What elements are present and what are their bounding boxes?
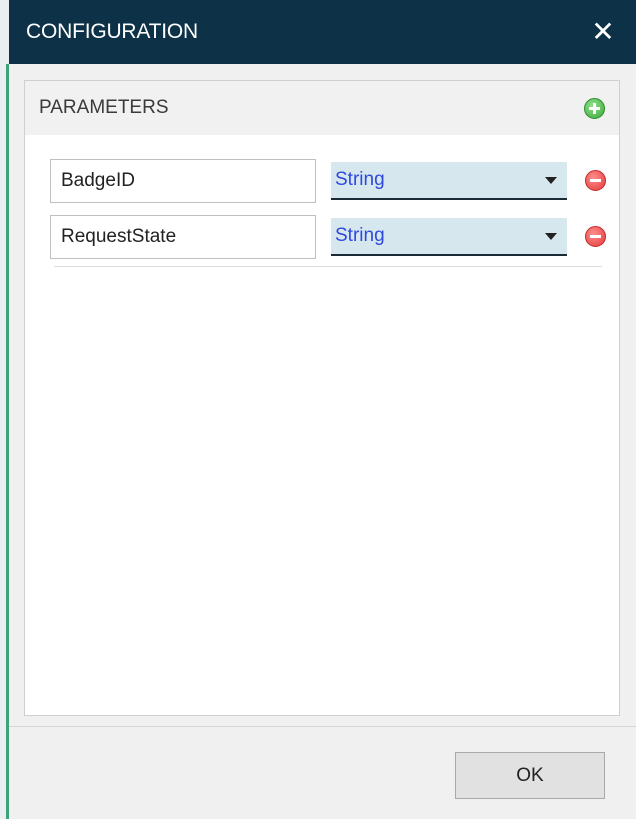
parameters-header: PARAMETERS (25, 81, 619, 135)
parameter-row: String (50, 215, 612, 259)
plus-icon (589, 102, 600, 114)
minus-icon (590, 179, 601, 182)
parameters-panel: PARAMETERS String Str (24, 80, 620, 716)
parameter-name-input[interactable] (50, 215, 316, 259)
parameters-title: PARAMETERS (39, 97, 169, 118)
parameter-name-input[interactable] (50, 159, 316, 203)
parameter-type-select[interactable]: String (331, 218, 567, 256)
parameter-row: String (50, 159, 612, 203)
dialog-title: CONFIGURATION (26, 20, 199, 43)
chevron-down-icon (545, 176, 557, 184)
footer-separator (9, 726, 636, 727)
parameter-type-select[interactable]: String (331, 162, 567, 200)
configuration-dialog: CONFIGURATION ✕ PARAMETERS String (9, 0, 636, 819)
minus-icon (590, 235, 601, 238)
remove-parameter-button[interactable] (585, 170, 606, 191)
ok-button[interactable]: OK (455, 752, 605, 799)
parameter-type-value: String (335, 169, 385, 190)
row-divider (54, 266, 602, 267)
close-icon[interactable]: ✕ (588, 17, 618, 47)
remove-parameter-button[interactable] (585, 226, 606, 247)
dialog-titlebar: CONFIGURATION ✕ (9, 0, 636, 64)
parameter-type-value: String (335, 225, 385, 246)
chevron-down-icon (545, 232, 557, 240)
add-parameter-button[interactable] (584, 97, 605, 119)
